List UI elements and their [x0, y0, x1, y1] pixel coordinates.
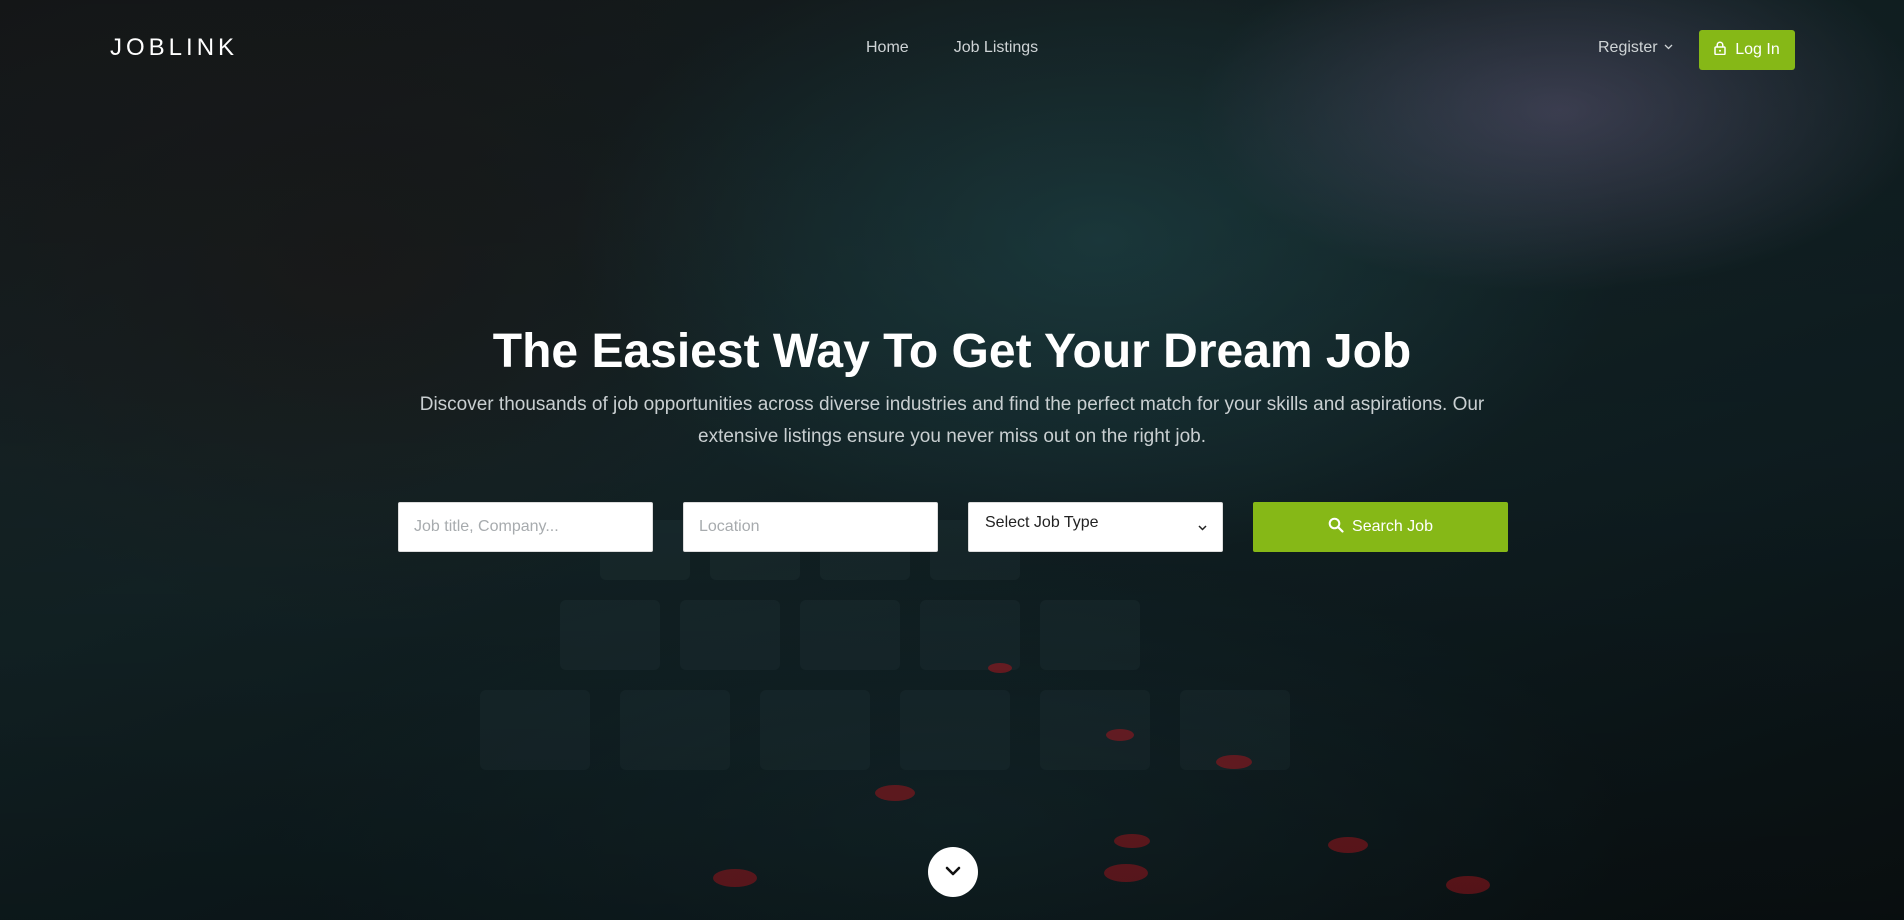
chevron-down-icon: [1664, 42, 1673, 53]
chevron-down-icon: [945, 863, 961, 881]
job-title-input[interactable]: [398, 502, 653, 552]
search-button-label: Search Job: [1352, 518, 1433, 535]
job-type-selected: Select Job Type: [985, 514, 1099, 531]
nav-home[interactable]: Home: [866, 39, 909, 57]
lock-icon: [1714, 41, 1726, 60]
search-icon: [1328, 517, 1344, 538]
location-input[interactable]: [683, 502, 938, 552]
hero-background: [0, 0, 1904, 920]
main-nav: Home Job Listings: [866, 39, 1038, 57]
login-button[interactable]: Log In: [1699, 30, 1795, 70]
scroll-down-button[interactable]: [928, 847, 978, 897]
search-job-button[interactable]: Search Job: [1253, 502, 1508, 552]
register-label: Register: [1598, 39, 1658, 56]
nav-job-listings[interactable]: Job Listings: [954, 39, 1039, 57]
chevron-down-icon: [1198, 520, 1207, 534]
hero-title: The Easiest Way To Get Your Dream Job: [492, 325, 1412, 378]
register-dropdown[interactable]: Register: [1598, 39, 1673, 57]
hero-overlay: [0, 0, 1904, 920]
job-type-select[interactable]: Select Job Type: [968, 502, 1223, 552]
login-label: Log In: [1735, 41, 1780, 58]
brand-logo[interactable]: JOBLINK: [110, 34, 238, 62]
hero-subtitle: Discover thousands of job opportunities …: [419, 394, 1485, 447]
